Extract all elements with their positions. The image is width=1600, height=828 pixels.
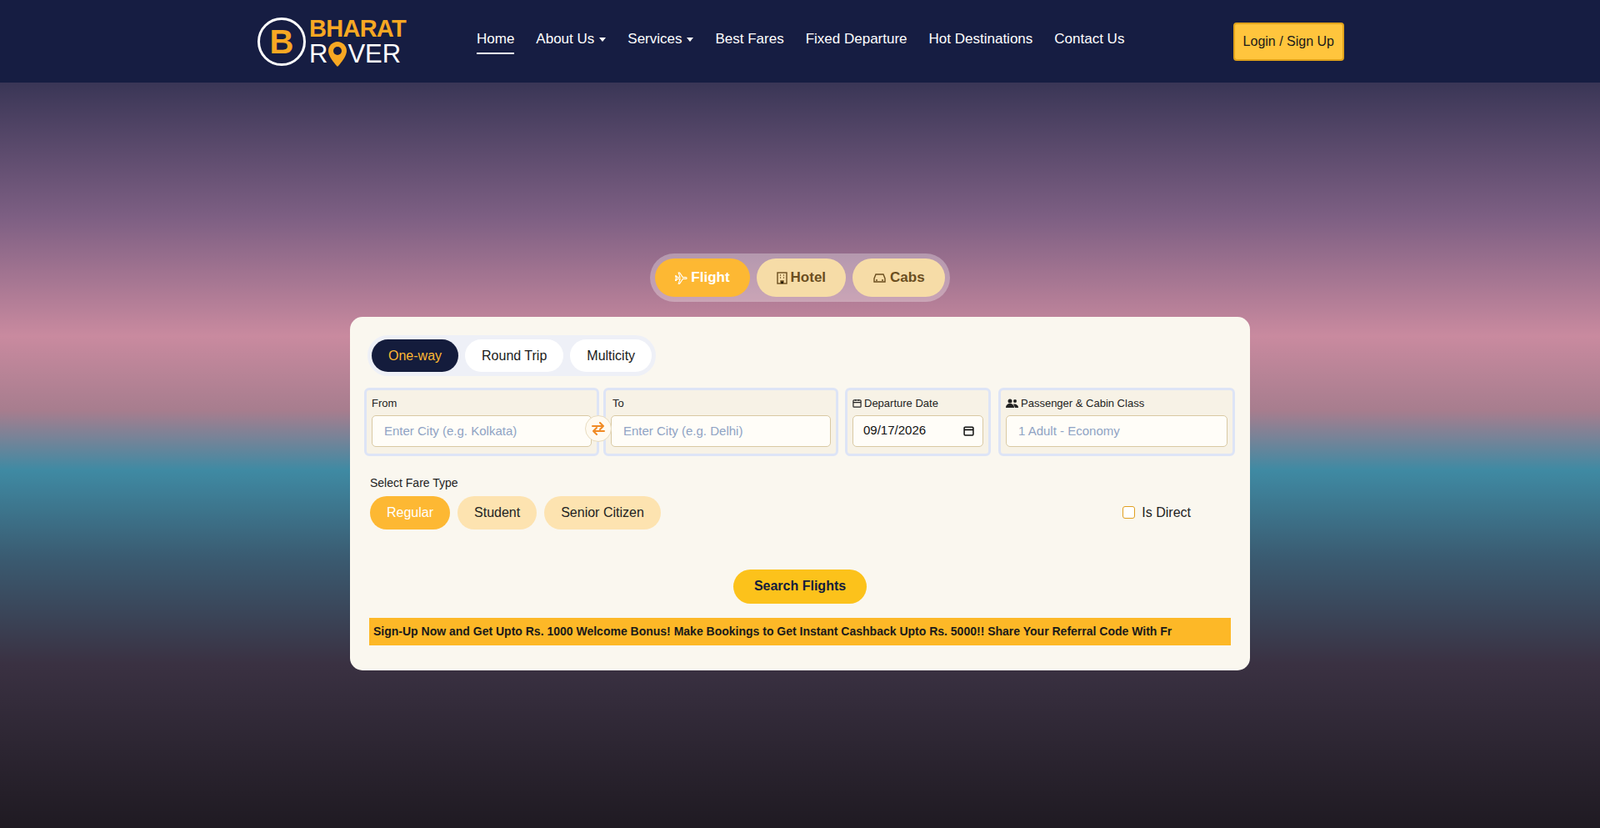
fare-type-pill[interactable]: Regular: [370, 495, 450, 530]
fields-row: From To Departure Date 09/17/2026: [364, 387, 1236, 456]
swap-button[interactable]: [585, 415, 612, 442]
nav-link[interactable]: Best Fares: [715, 28, 784, 55]
is-direct[interactable]: Is Direct: [1122, 502, 1191, 523]
fare-type-pill[interactable]: Senior Citizen: [544, 495, 661, 530]
is-direct-label: Is Direct: [1141, 502, 1191, 523]
nav-link-label: Home: [476, 28, 515, 50]
nav-link-label: Fixed Departure: [805, 28, 908, 50]
departure-input[interactable]: 09/17/2026: [852, 415, 984, 447]
departure-value: 09/17/2026: [863, 420, 926, 440]
pin-icon: [328, 41, 347, 67]
nav-link-label: About Us: [535, 28, 595, 50]
login-button[interactable]: Login / Sign Up: [1233, 22, 1345, 61]
promo-text: Sign-Up Now and Get Upto Rs. 1000 Welcom…: [373, 622, 1172, 640]
caret-icon: [599, 37, 606, 42]
service-tab[interactable]: Flight: [655, 258, 750, 297]
search-card: One-wayRound TripMulticity From To Depar…: [350, 316, 1250, 670]
logo-badge-letter: B: [270, 25, 295, 59]
is-direct-checkbox[interactable]: [1122, 505, 1135, 519]
car-icon: [872, 272, 887, 284]
nav-link-label: Best Fares: [715, 28, 784, 50]
logo-bottom-left: R: [309, 40, 328, 67]
logo-bottom-right: VER: [347, 40, 401, 67]
logo-top: BHARAT: [309, 16, 406, 41]
search-flights-button[interactable]: Search Flights: [733, 569, 867, 604]
fare-type-pill[interactable]: Student: [457, 495, 537, 530]
fare-options: RegularStudentSenior Citizen: [370, 495, 661, 530]
nav-link[interactable]: About Us: [535, 28, 606, 55]
trip-type-pill[interactable]: Multicity: [570, 339, 652, 372]
caret-icon: [686, 37, 694, 42]
from-label: From: [371, 395, 592, 412]
service-tab[interactable]: Hotel: [756, 258, 847, 297]
service-tab-label: Hotel: [790, 266, 827, 289]
navbar: B BHARAT R VER Home About Us Services Best …: [0, 0, 1600, 83]
trip-types: One-wayRound TripMulticity: [367, 335, 656, 376]
building-icon: [776, 271, 788, 285]
hero: Flight Hotel Cabs One-wayRound TripMultici…: [0, 82, 1600, 828]
service-tab-label: Cabs: [890, 266, 925, 289]
people-icon: [1005, 398, 1019, 408]
service-tab-icon: [776, 271, 788, 285]
swap-icon: [590, 421, 606, 435]
from-field: From: [364, 387, 600, 456]
nav-link[interactable]: Services: [627, 28, 694, 55]
nav-link[interactable]: Contact Us: [1054, 28, 1125, 55]
service-tab-label: Flight: [690, 266, 730, 289]
trip-type-pill[interactable]: One-way: [371, 339, 459, 372]
to-label: To: [610, 395, 831, 412]
service-tab[interactable]: Cabs: [852, 258, 945, 297]
passenger-label: Passenger & Cabin Class: [1020, 395, 1145, 412]
service-tabs: Flight Hotel Cabs: [650, 253, 950, 302]
logo[interactable]: B BHARAT R VER: [257, 16, 426, 67]
departure-label: Departure Date: [864, 395, 939, 412]
to-input[interactable]: [610, 415, 831, 447]
fare-type-label: Select Fare Type: [370, 474, 1236, 491]
calendar-picker-icon[interactable]: [963, 425, 975, 436]
passenger-input[interactable]: [1005, 415, 1228, 447]
trip-type-pill[interactable]: Round Trip: [465, 339, 564, 372]
to-field: To: [603, 387, 839, 456]
service-tab-icon: [675, 271, 688, 285]
nav-link[interactable]: Hot Destinations: [929, 28, 1034, 55]
departure-field: Departure Date 09/17/2026: [845, 387, 991, 456]
nav-link[interactable]: Fixed Departure: [805, 28, 908, 55]
main-nav: Home About Us Services Best Fares Fixed Depa…: [476, 28, 1125, 55]
service-tab-icon: [872, 272, 887, 284]
plane-icon: [675, 271, 688, 285]
promo-marquee: Sign-Up Now and Get Upto Rs. 1000 Welcom…: [369, 617, 1231, 645]
nav-link-label: Services: [627, 28, 682, 50]
logo-badge: B: [257, 17, 306, 66]
from-input[interactable]: [371, 415, 592, 447]
nav-link[interactable]: Home: [476, 28, 515, 55]
nav-link-label: Contact Us: [1054, 28, 1125, 50]
nav-link-label: Hot Destinations: [929, 28, 1034, 50]
passenger-field: Passenger & Cabin Class: [998, 387, 1235, 456]
calendar-icon: [852, 398, 862, 408]
